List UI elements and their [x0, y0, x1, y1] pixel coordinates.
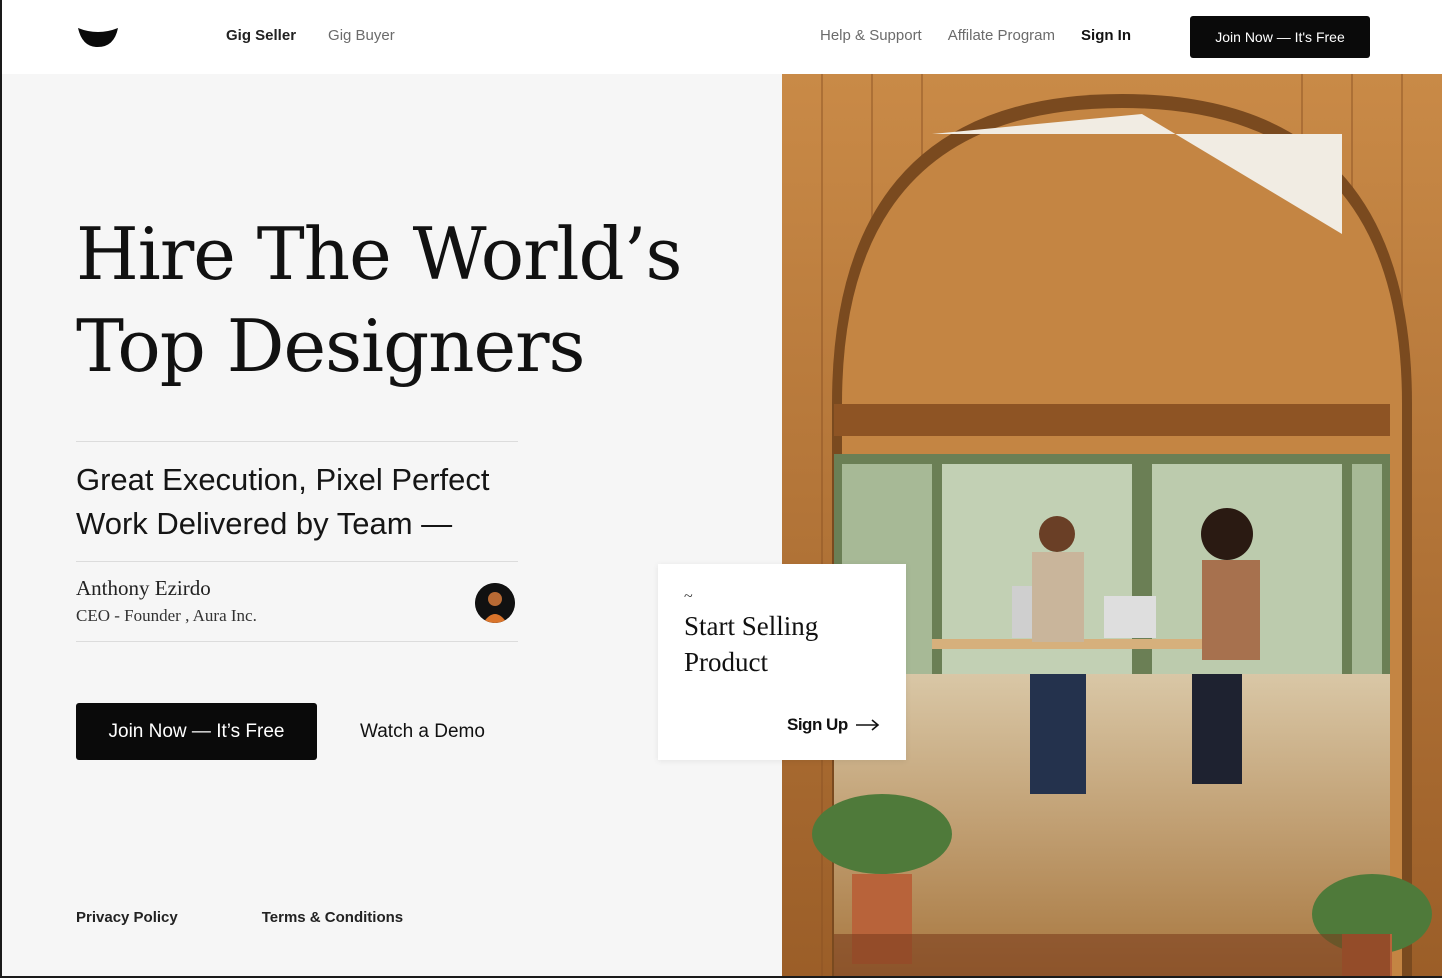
- nav-gig-buyer[interactable]: Gig Buyer: [328, 27, 395, 44]
- start-selling-card[interactable]: ~ Start Selling Product Sign Up: [658, 564, 906, 760]
- secondary-nav: Help & Support Affilate Program Sign In: [820, 27, 1131, 44]
- divider-top: [76, 441, 518, 442]
- avatar: [475, 583, 515, 623]
- office-illustration: [782, 74, 1442, 976]
- join-now-button[interactable]: Join Now — It’s Free: [76, 703, 317, 760]
- terms-conditions-link[interactable]: Terms & Conditions: [262, 909, 403, 926]
- divider-bottom: [76, 641, 518, 642]
- primary-nav: Gig Seller Gig Buyer: [226, 27, 395, 44]
- nav-gig-seller[interactable]: Gig Seller: [226, 27, 296, 44]
- footer-links: Privacy Policy Terms & Conditions: [76, 909, 403, 926]
- hero-title-line1: Hire The World’s: [76, 212, 682, 296]
- header-join-button[interactable]: Join Now — It's Free: [1190, 16, 1370, 58]
- hero-tagline: Great Execution, Pixel Perfect Work Deli…: [76, 462, 490, 541]
- divider-middle: [76, 561, 518, 562]
- testimonial-name: Anthony Ezirdo: [76, 576, 211, 600]
- privacy-policy-link[interactable]: Privacy Policy: [76, 909, 178, 926]
- sign-up-label: Sign Up: [787, 715, 848, 734]
- arrow-right-icon: [855, 719, 879, 731]
- hero-title-line2: Top Designers: [76, 304, 586, 388]
- sign-up-link[interactable]: Sign Up: [787, 715, 880, 735]
- card-title: Start Selling Product: [684, 611, 819, 677]
- brand-logo-icon[interactable]: [78, 26, 118, 48]
- watch-demo-link[interactable]: Watch a Demo: [360, 721, 485, 743]
- nav-sign-in[interactable]: Sign In: [1081, 27, 1131, 44]
- hero-photo: [782, 74, 1442, 976]
- nav-affiliate-program[interactable]: Affilate Program: [948, 27, 1055, 44]
- nav-help-support[interactable]: Help & Support: [820, 27, 922, 44]
- card-tilde: ~: [684, 588, 693, 605]
- testimonial-role: CEO - Founder , Aura Inc.: [76, 606, 257, 625]
- hero-title: Hire The World’s Top Designers: [76, 208, 736, 392]
- top-header: Gig Seller Gig Buyer Help & Support Affi…: [2, 0, 1442, 74]
